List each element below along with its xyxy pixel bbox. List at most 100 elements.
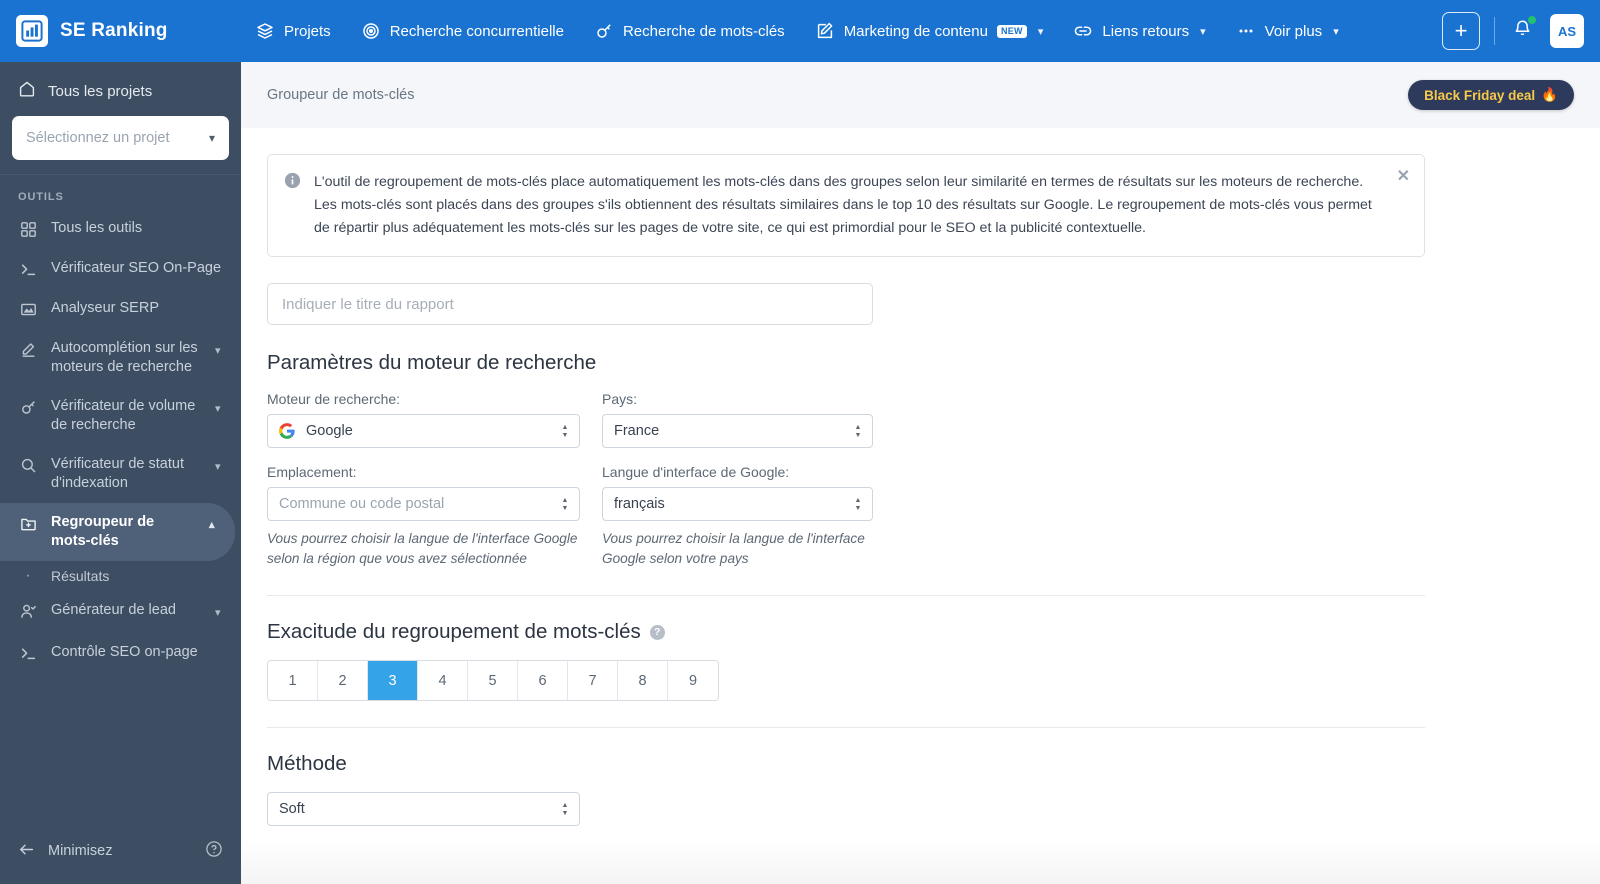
bullet-icon: · <box>25 567 31 584</box>
field-country: Pays: France ▲ ▼ <box>602 391 873 448</box>
method-value: Soft <box>279 801 305 817</box>
divider <box>1494 17 1495 45</box>
chevron-down-icon: ▾ <box>1200 25 1206 38</box>
sidebar-item-all-projects[interactable]: Tous les projets <box>0 72 241 112</box>
search-icon <box>18 455 38 475</box>
search-engine-section-title: Paramètres du moteur de recherche <box>267 351 597 374</box>
accuracy-option-3[interactable]: 3 <box>368 661 418 700</box>
terminal-icon <box>18 259 38 279</box>
sidebar-nav-list: Tous les outils Vérificateur SEO On-Page <box>0 209 241 673</box>
app-root: SE Ranking Projets Recherche concurrenti… <box>0 0 1600 884</box>
field-interface-language: Langue d'interface de Google: français ▲… <box>602 464 873 569</box>
topnav-label: Recherche de mots-clés <box>622 22 785 40</box>
sidebar-item-verificateur-seo-on-page[interactable]: Vérificateur SEO On-Page <box>0 249 241 289</box>
accuracy-option-8[interactable]: 8 <box>618 661 668 700</box>
project-selector-placeholder: Sélectionnez un projet <box>26 130 170 146</box>
user-check-icon <box>18 601 38 621</box>
country-value: France <box>614 423 660 439</box>
spinner-arrows-icon: ▲ ▼ <box>854 423 862 439</box>
minimize-button[interactable]: Minimisez <box>18 841 112 862</box>
location-placeholder: Commune ou code postal <box>279 496 445 512</box>
brand-name: SE Ranking <box>60 20 168 41</box>
field-search-engine: Moteur de recherche: Google ▲ ▼ <box>267 391 580 448</box>
sidebar-item-autocompletion[interactable]: Autocomplétion sur les moteurs de recher… <box>0 329 241 387</box>
sidebar-item-label: Regroupeur de mots-clés <box>51 514 155 549</box>
layers-icon <box>255 21 275 41</box>
pencil-square-icon <box>815 21 835 41</box>
accuracy-option-2[interactable]: 2 <box>318 661 368 700</box>
close-icon[interactable]: ✕ <box>1397 169 1410 185</box>
sidebar-item-analyseur-serp[interactable]: Analyseur SERP <box>0 289 241 329</box>
key-icon <box>18 397 38 417</box>
top-nav-items: Projets Recherche concurrentielle Recher… <box>241 13 1442 49</box>
spinner-arrows-icon: ▲ ▼ <box>561 496 569 512</box>
accuracy-option-5[interactable]: 5 <box>468 661 518 700</box>
mountain-icon <box>18 299 38 319</box>
accuracy-option-9[interactable]: 9 <box>668 661 718 700</box>
sidebar-item-tous-les-outils[interactable]: Tous les outils <box>0 209 241 249</box>
question-circle-icon[interactable] <box>205 840 223 862</box>
add-button[interactable]: + <box>1442 12 1480 50</box>
sidebar-item-controle-seo-on-page[interactable]: Contrôle SEO on-page <box>0 633 241 673</box>
app-body: Tous les projets Sélectionnez un projet … <box>0 62 1600 884</box>
country-select[interactable]: France ▲ ▼ <box>602 414 873 448</box>
search-engine-select[interactable]: Google ▲ ▼ <box>267 414 580 448</box>
topnav-item-projets[interactable]: Projets <box>241 13 345 49</box>
target-icon <box>361 21 381 41</box>
fire-icon: 🔥 <box>1541 87 1558 102</box>
topnav-label: Liens retours <box>1102 22 1190 40</box>
notification-dot <box>1528 16 1536 24</box>
divider <box>267 727 1425 728</box>
sidebar-item-label: Autocomplétion sur les moteurs de recher… <box>51 340 198 375</box>
black-friday-deal-label: Black Friday deal <box>1424 87 1536 103</box>
main-area: Groupeur de mots-clés Black Friday deal … <box>241 62 1600 884</box>
topnav-item-recherche-concurrentielle[interactable]: Recherche concurrentielle <box>347 13 578 49</box>
black-friday-deal-badge[interactable]: Black Friday deal 🔥 <box>1408 80 1574 110</box>
accuracy-option-7[interactable]: 7 <box>568 661 618 700</box>
info-banner-text: L'outil de regroupement de mots-clés pla… <box>314 174 1372 236</box>
content-inner: L'outil de regroupement de mots-clés pla… <box>241 154 1451 826</box>
interface-language-select[interactable]: français ▲ ▼ <box>602 487 873 521</box>
accuracy-section-title: Exacitude du regroupement de mots-clés ? <box>267 620 1425 644</box>
topnav-label: Voir plus <box>1264 22 1323 40</box>
sidebar-subitem-resultats[interactable]: · Résultats <box>0 561 241 591</box>
accuracy-option-6[interactable]: 6 <box>518 661 568 700</box>
field-label: Pays: <box>602 391 638 407</box>
method-select[interactable]: Soft ▲ ▼ <box>267 792 580 826</box>
home-icon <box>18 80 36 102</box>
chevron-down-icon: ▾ <box>215 461 221 473</box>
project-selector[interactable]: Sélectionnez un projet ▾ <box>12 116 229 160</box>
top-navigation-bar: SE Ranking Projets Recherche concurrenti… <box>0 0 1600 62</box>
bottom-fade <box>241 838 1600 884</box>
topnav-item-marketing-de-contenu[interactable]: Marketing de contenu NEW ▾ <box>801 13 1058 49</box>
breadcrumb-bar: Groupeur de mots-clés Black Friday deal … <box>241 62 1600 128</box>
sidebar-item-verificateur-statut-indexation[interactable]: Vérificateur de statut d'indexation ▾ <box>0 445 241 503</box>
chevron-down-icon: ▾ <box>215 345 221 357</box>
info-icon <box>284 172 302 194</box>
brand[interactable]: SE Ranking <box>0 15 241 47</box>
sidebar-item-regroupeur-de-mots-cles[interactable]: Regroupeur de mots-clés ▴ <box>0 503 235 561</box>
sidebar: Tous les projets Sélectionnez un projet … <box>0 62 241 884</box>
info-banner: L'outil de regroupement de mots-clés pla… <box>267 154 1425 257</box>
accuracy-segmented-control: 1 2 3 4 5 6 7 8 9 <box>267 660 719 701</box>
arrow-left-icon <box>18 841 35 862</box>
sidebar-item-label: Analyseur SERP <box>51 300 159 316</box>
divider <box>267 595 1425 596</box>
breadcrumb[interactable]: Groupeur de mots-clés <box>267 87 414 103</box>
accuracy-option-1[interactable]: 1 <box>268 661 318 700</box>
chevron-up-icon: ▴ <box>209 519 215 531</box>
avatar[interactable]: AS <box>1550 14 1584 48</box>
accuracy-option-4[interactable]: 4 <box>418 661 468 700</box>
topnav-item-voir-plus[interactable]: Voir plus ▾ <box>1222 13 1353 49</box>
notifications-button[interactable] <box>1509 16 1536 45</box>
topnav-item-liens-retours[interactable]: Liens retours ▾ <box>1059 13 1219 49</box>
sidebar-item-generateur-de-lead[interactable]: Générateur de lead ▾ <box>0 591 241 633</box>
location-select[interactable]: Commune ou code postal ▲ ▼ <box>267 487 580 521</box>
report-title-input[interactable] <box>267 283 873 325</box>
question-circle-icon[interactable]: ? <box>649 624 665 640</box>
chevron-down-icon: ▾ <box>215 403 221 415</box>
sidebar-item-verificateur-volume-recherche[interactable]: Vérificateur de volume de recherche ▾ <box>0 387 241 445</box>
topnav-item-recherche-de-mots-cles[interactable]: Recherche de mots-clés <box>580 13 799 49</box>
spinner-arrows-icon: ▲ ▼ <box>854 496 862 512</box>
sidebar-top: Tous les projets Sélectionnez un projet … <box>0 62 241 175</box>
